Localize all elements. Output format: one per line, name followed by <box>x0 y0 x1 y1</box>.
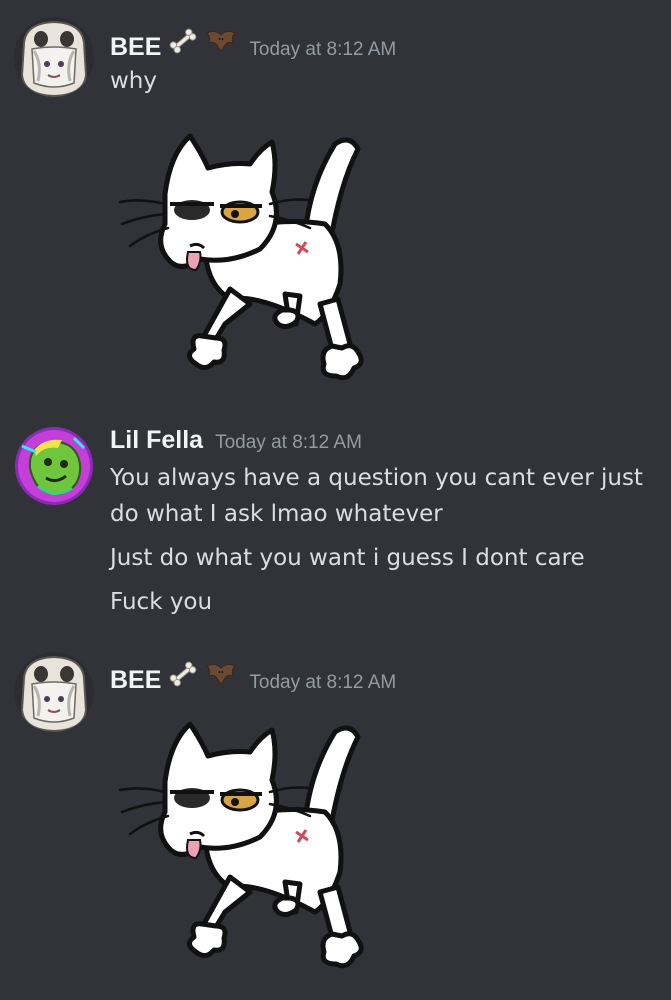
cat-sticker-icon <box>118 721 364 969</box>
message-text: Just do what you want i guess I dont car… <box>110 545 585 571</box>
message-header: BEE Today at 8:12 AM <box>110 27 396 62</box>
username[interactable]: BEE <box>110 33 161 62</box>
bone-icon <box>167 27 199 55</box>
avatar[interactable] <box>14 17 94 97</box>
username[interactable]: BEE <box>110 666 161 695</box>
timestamp: Today at 8:12 AM <box>249 39 397 60</box>
green-character-avatar-icon <box>15 427 93 505</box>
bat-icon <box>205 660 237 688</box>
white-cat-sticker[interactable] <box>110 712 380 972</box>
username[interactable]: Lil Fella <box>110 426 203 455</box>
bat-icon <box>205 27 237 55</box>
message-text: do what I ask lmao whatever <box>110 501 443 527</box>
timestamp: Today at 8:12 AM <box>249 672 397 693</box>
avatar[interactable] <box>14 652 94 732</box>
white-cat-sticker[interactable] <box>110 124 380 384</box>
message-text: why <box>110 68 157 94</box>
skull-mask-avatar-icon <box>14 17 94 97</box>
message-text: You always have a question you cant ever… <box>110 465 643 491</box>
cat-sticker-icon <box>118 133 364 381</box>
bone-icon <box>167 660 199 688</box>
message-header: Lil Fella Today at 8:12 AM <box>110 426 362 455</box>
timestamp: Today at 8:12 AM <box>215 432 362 453</box>
skull-mask-avatar-icon <box>14 652 94 732</box>
message-header: BEE Today at 8:12 AM <box>110 660 396 695</box>
message-text: Fuck you <box>110 589 213 615</box>
avatar[interactable] <box>14 426 94 506</box>
